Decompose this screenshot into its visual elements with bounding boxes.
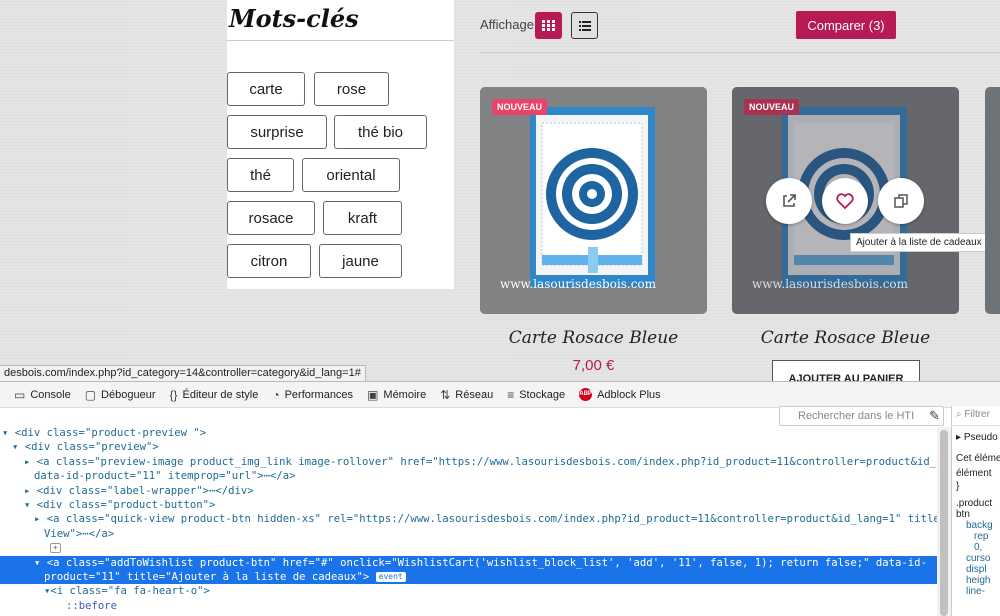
filter-input[interactable]: ⌕ Filtrer <box>952 406 1000 426</box>
tag-rosace[interactable]: rosace <box>227 201 315 235</box>
tag-surprise[interactable]: surprise <box>227 115 327 149</box>
tab-storage[interactable]: ≡ Stockage <box>507 388 565 402</box>
rule-prop: rep <box>974 531 989 542</box>
watermark: www.lasourisdesbois.com <box>500 277 657 291</box>
tree-node[interactable]: ▾<i class="fa fa-heart-o"> <box>0 584 951 598</box>
tag-rose[interactable]: rose <box>314 72 389 106</box>
pseudo-toggle[interactable]: ▸ Pseudo <box>952 426 1000 443</box>
tree-node[interactable]: ▾ <div class="product-preview "> <box>0 426 951 440</box>
copy-icon <box>894 194 908 208</box>
rule-selector: .product <box>956 498 993 509</box>
tab-adblock[interactable]: ABP Adblock Plus <box>579 388 661 401</box>
tab-style-editor[interactable]: {} Éditeur de style <box>169 388 258 402</box>
tag-carte[interactable]: carte <box>227 72 305 106</box>
tree-node-cont: data-id-product="11" itemprop="url">⋯</a… <box>34 470 296 483</box>
tree-node-cont: View">⋯</a> <box>44 527 115 540</box>
tag-the-bio[interactable]: thé bio <box>334 115 427 149</box>
add-to-wishlist-button[interactable] <box>822 178 868 224</box>
rule-prop: line- <box>966 586 985 597</box>
grid-view-button[interactable] <box>535 12 562 39</box>
quick-view-button[interactable] <box>766 178 812 224</box>
rule-prop: 0, <box>974 542 983 553</box>
tag-jaune[interactable]: jaune <box>319 244 402 278</box>
heart-icon <box>836 193 854 209</box>
devtools-tabs: ▭ Console ▢ Débogueur {} Éditeur de style ◔… <box>0 382 1000 408</box>
adblock-icon: ABP <box>579 388 593 401</box>
tag-oriental[interactable]: oriental <box>302 158 400 192</box>
toolbar-divider <box>480 52 1000 53</box>
tree-node[interactable]: ▾ <div class="preview"> <box>0 440 951 454</box>
compare-add-button[interactable] <box>878 178 924 224</box>
product-image-1[interactable]: NOUVEAU www.lasourisdesbois.com <box>480 87 707 314</box>
tree-node[interactable]: ▸ <div class="label-wrapper">⋯</div> <box>0 484 951 498</box>
status-url: desbois.com/index.php?id_category=14&con… <box>0 365 366 382</box>
gauge-icon: ◔ <box>272 387 280 402</box>
eyedropper-icon[interactable]: ✎ <box>929 408 940 424</box>
rule-prop: backg <box>966 520 993 531</box>
rules-panel: ⌕ Filtrer ▸ Pseudo Cet éléme élément } .… <box>951 406 1000 616</box>
rule-prop: heigh <box>966 575 991 586</box>
html-inspector-tree: ▾ <div class="product-preview "> ▾ <div … <box>0 426 951 616</box>
rule-prop: curso <box>966 553 991 564</box>
tab-network[interactable]: ⇅ Réseau <box>440 388 493 402</box>
tab-performance[interactable]: ◔ Performances <box>272 388 353 402</box>
new-badge: NOUVEAU <box>492 99 548 115</box>
product-name-2[interactable]: Carte Rosace Bleue <box>732 328 959 348</box>
product-price-1: 7,00 € <box>572 357 615 374</box>
debugger-icon: ▢ <box>84 387 97 402</box>
new-badge: NOUVEAU <box>744 99 800 115</box>
rule-prop: displ <box>966 564 987 575</box>
tag-the[interactable]: thé <box>227 158 294 192</box>
braces-icon: {} <box>169 387 178 402</box>
keywords-title: Mots-clés <box>229 4 359 33</box>
tree-node-selected[interactable]: ▾ <a class="addToWishlist product-btn" h… <box>0 555 951 570</box>
external-link-icon <box>783 194 796 207</box>
list-view-button[interactable] <box>571 12 598 39</box>
grid-icon <box>542 20 555 31</box>
tree-node[interactable]: ::before <box>0 599 951 613</box>
html-search-input[interactable]: Rechercher dans le HTI <box>779 406 944 426</box>
wishlist-tooltip: Ajouter à la liste de cadeaux <box>850 233 988 252</box>
divider <box>227 40 454 41</box>
tree-node[interactable]: ▾ <div class="product-button"> <box>0 498 951 512</box>
console-icon: ▭ <box>14 387 26 402</box>
tree-node[interactable]: ▸ <a class="quick-view product-btn hidde… <box>0 512 951 526</box>
chip-icon: ▣ <box>367 387 379 402</box>
event-badge[interactable]: event <box>375 571 406 582</box>
rule-header: Cet éléme <box>956 453 1000 464</box>
rule-line: élément <box>956 468 992 479</box>
list-icon <box>578 20 591 31</box>
compare-button[interactable]: Comparer (3) <box>796 11 896 39</box>
tag-citron[interactable]: citron <box>227 244 311 278</box>
pseudo-toggle[interactable]: + <box>0 541 951 555</box>
database-icon: ≡ <box>507 387 515 402</box>
rule-selector: btn <box>956 509 970 520</box>
display-label: Affichage <box>480 17 534 32</box>
tree-node-cont-selected: product="11" title="Ajouter à la liste d… <box>0 569 951 585</box>
product-name-1[interactable]: Carte Rosace Bleue <box>480 328 707 348</box>
tree-node[interactable]: ▸ <a class="preview-image product_img_li… <box>0 455 951 469</box>
rule-line: } <box>956 481 960 492</box>
filter-icon: ⌕ <box>956 409 962 420</box>
tab-debugger[interactable]: ▢ Débogueur <box>85 388 156 402</box>
product-image-3-partial[interactable] <box>985 87 1000 314</box>
tag-kraft[interactable]: kraft <box>323 201 402 235</box>
tab-memory[interactable]: ▣ Mémoire <box>367 388 426 402</box>
scrollbar-thumb[interactable] <box>940 430 948 616</box>
network-icon: ⇅ <box>440 387 451 402</box>
tab-console[interactable]: ▭ Console <box>14 388 71 402</box>
watermark: www.lasourisdesbois.com <box>752 277 909 291</box>
